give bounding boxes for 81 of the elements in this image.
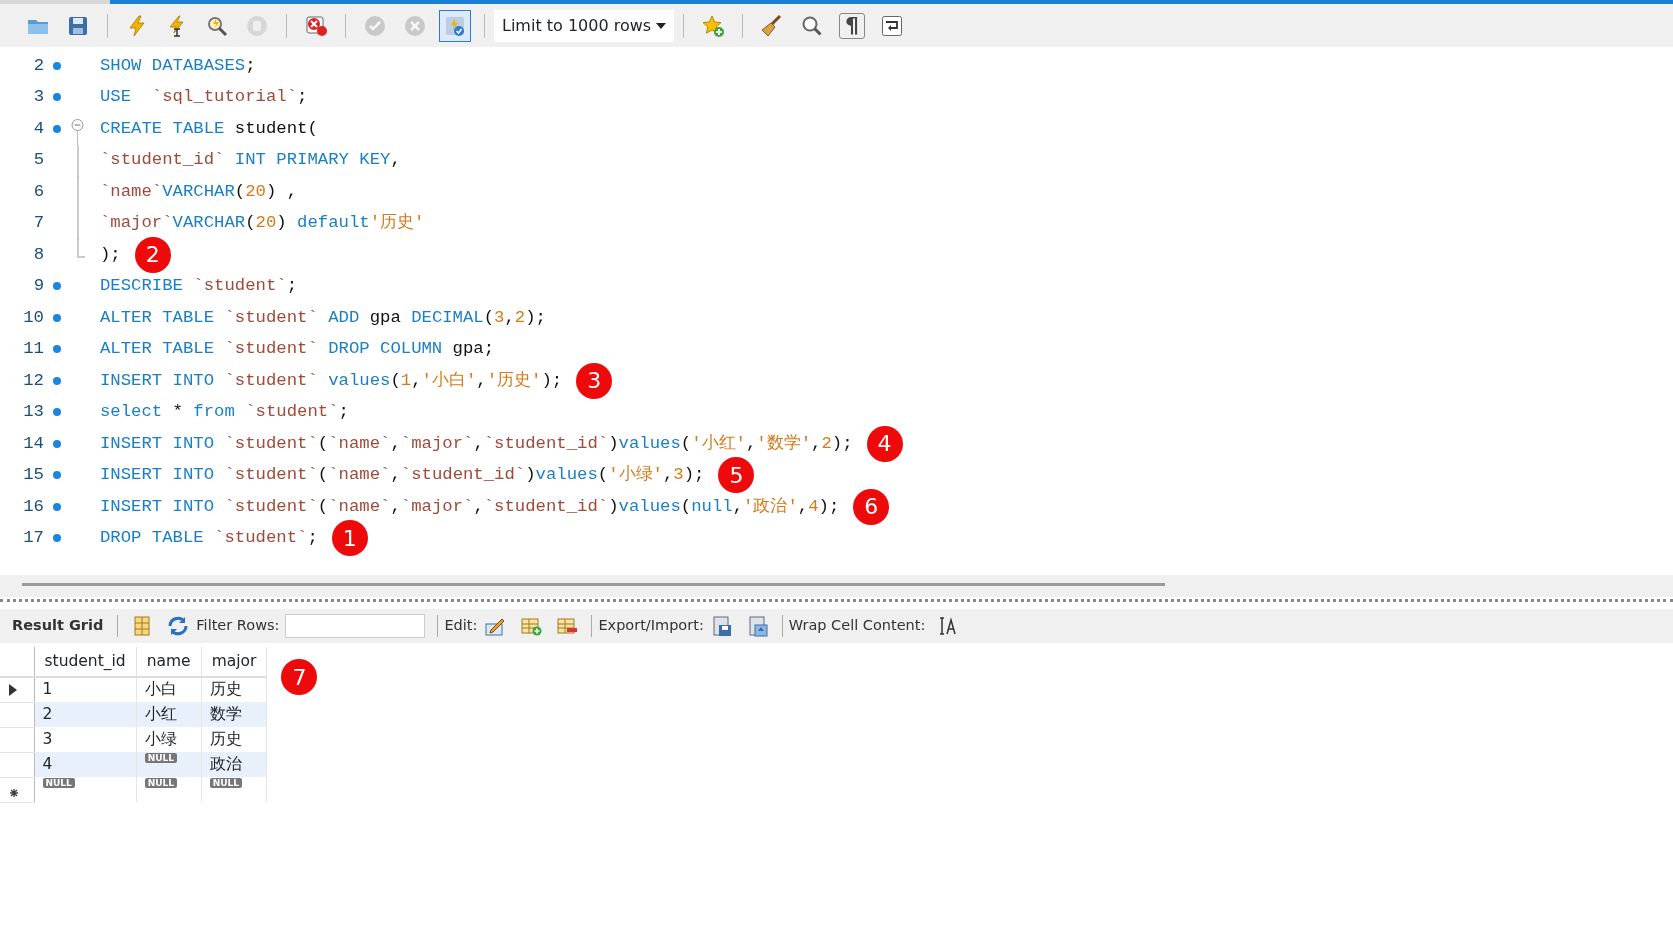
wrap-cell-label: Wrap Cell Content: [788,616,926,636]
statement-marker [53,345,61,354]
table-cell: 政治 [201,752,267,777]
line-number: 14 [22,432,44,455]
statement-marker [53,439,61,448]
null-badge: NULL [42,778,75,788]
statement-marker [53,313,61,322]
statement-marker [53,282,61,291]
code-line: DESCRIBE `student`; [100,275,298,298]
code-line: select * from `student`; [100,401,349,424]
line-number: 3 [32,86,44,109]
code-line: `major`VARCHAR(20) default'历史' [100,212,425,235]
result-grid-tab[interactable]: Result Grid [4,615,112,637]
code-line: `student_id` INT PRIMARY KEY, [100,149,401,172]
error-toggle-icon [304,13,328,38]
code-line: `name`VARCHAR(20) , [100,180,298,203]
number-marker: 7 [281,659,318,695]
statement-marker [53,471,61,480]
broom-icon [760,13,784,38]
number-marker: 1 [331,520,368,557]
code-line: SHOW DATABASES; [100,54,256,77]
line-number: 16 [22,495,44,518]
table-cell: 数学 [201,702,267,727]
statement-marker [53,502,61,511]
column-header[interactable]: student_id [34,647,137,677]
line-number: 12 [22,369,44,392]
code-line: INSERT INTO `student`(`name`,`student_id`)values('小绿',3); [100,464,705,487]
column-header[interactable]: name [136,647,202,677]
column-header[interactable]: major [201,647,267,677]
code-line: INSERT INTO `student`(`name`,`major`,`student_id`)values('小红','数学',2); [100,432,853,455]
code-line: USE `sql_tutorial`; [100,86,308,109]
filter-field[interactable] [285,614,426,638]
line-number: 8 [32,243,44,266]
line-number: 9 [32,275,44,298]
line-number: 13 [22,401,44,424]
star-plus-icon [701,13,725,38]
line-number: 17 [22,527,44,550]
code-line: INSERT INTO `student` values(1,'小白','历史'); [100,369,563,392]
number-marker: 2 [134,236,171,273]
statement-marker [53,93,61,102]
table-cell: 2 [34,702,137,727]
code-line: ALTER TABLE `student` ADD gpa DECIMAL(3,2); [100,306,546,329]
filter-label: Filter Rows: [196,616,280,636]
line-number: 4 [32,117,44,140]
line-number: 6 [32,180,44,203]
null-badge: NULL [209,778,242,788]
line-number: 7 [32,212,44,235]
number-marker: 4 [866,425,903,462]
line-number: 5 [32,149,44,172]
code-line: DROP TABLE `student`; [100,527,318,550]
code-line: ALTER TABLE `student` DROP COLUMN gpa; [100,338,495,361]
code-line: INSERT INTO `student`(`name`,`major`,`student_id`)values(null,'政治',4); [100,495,840,518]
null-badge: NULL [144,753,177,763]
export-import-label: Export/Import: [598,616,704,636]
check-icon [363,13,387,38]
scrollbar[interactable] [22,583,1165,586]
line-number: 11 [22,338,44,361]
statement-marker [53,124,61,133]
table-cell: 4 [34,752,137,777]
code-line: ); [100,243,121,266]
caret-icon [656,22,666,29]
table-cell: 小红 [136,702,202,727]
autocommit-toggle[interactable] [439,9,471,42]
wrap-icon [880,13,904,38]
code-line: CREATE TABLE student( [100,117,318,140]
row-limit-dropdown[interactable]: Limit to 1000 rows [494,9,674,42]
edit-label: Edit: [444,616,478,636]
new-row-icon [10,789,18,798]
line-number: 2 [32,54,44,77]
line-number: 15 [22,464,44,487]
statement-marker [53,534,61,543]
statement-marker [53,376,61,385]
number-marker: 3 [576,362,613,399]
hand-icon [245,13,269,38]
cancel-icon [403,13,427,38]
number-marker: 5 [718,457,755,494]
number-marker: 6 [853,488,890,525]
statement-marker [53,408,61,417]
line-number: 10 [22,306,44,329]
null-badge: NULL [144,778,177,788]
statement-marker [53,61,61,70]
